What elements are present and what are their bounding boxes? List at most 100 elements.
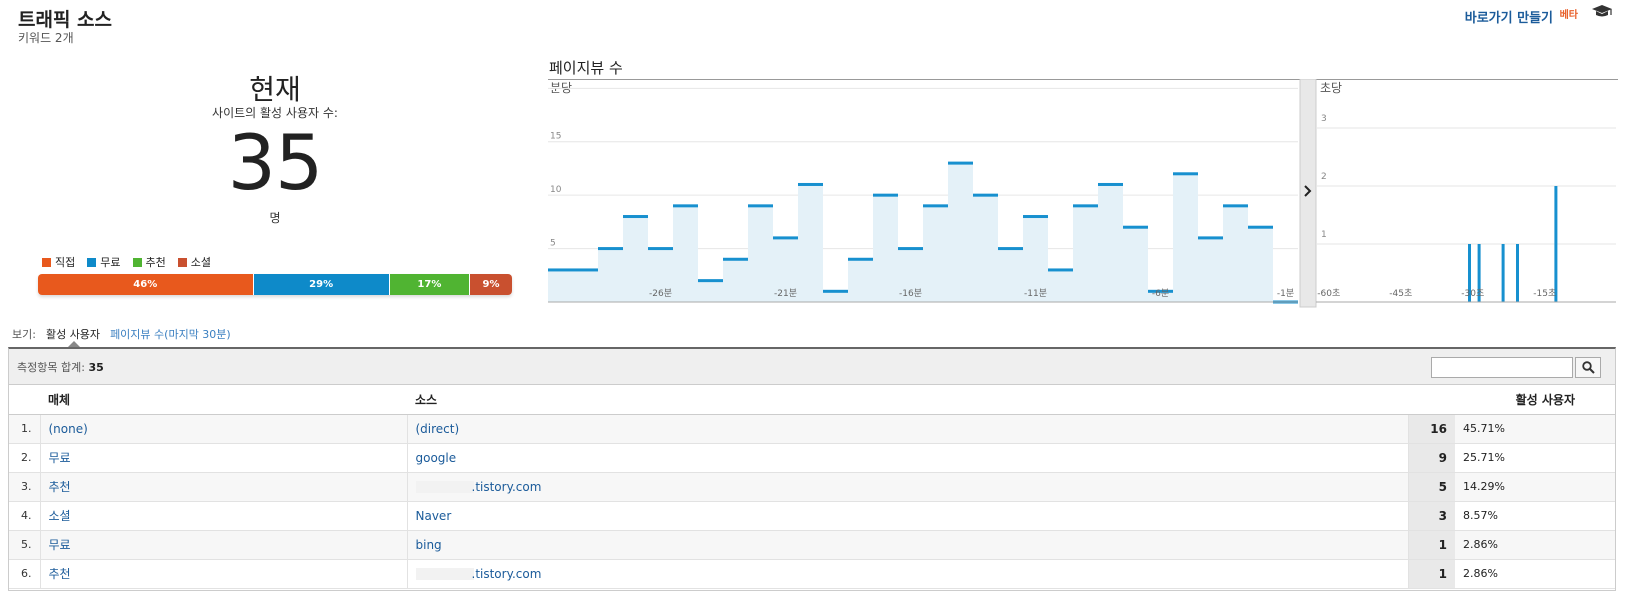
- medium-link[interactable]: 무료: [49, 451, 71, 465]
- minute-bar: [873, 195, 898, 302]
- graduation-cap-icon[interactable]: [1591, 4, 1613, 20]
- active-users-percent: 45.71%: [1455, 414, 1615, 444]
- search-input[interactable]: [1431, 357, 1573, 378]
- source-link[interactable]: .tistory.com: [472, 480, 542, 494]
- second-x-tick: -15초: [1533, 288, 1556, 299]
- second-x-tick: -45초: [1389, 288, 1412, 299]
- minute-bar: [1173, 173, 1198, 302]
- minute-bar-cap: [1098, 182, 1123, 186]
- row-index: 5.: [9, 530, 41, 560]
- active-users-value: 9: [1408, 443, 1455, 473]
- table-row: 5. 무료 bing 1 2.86%: [9, 530, 1615, 560]
- view-pageviews-link[interactable]: 페이지뷰 수(마지막 30분): [110, 326, 231, 342]
- active-users-percent: 8.57%: [1455, 501, 1615, 531]
- search-button[interactable]: [1575, 357, 1601, 378]
- minute-bar-cap: [1048, 268, 1073, 272]
- medium-link[interactable]: 무료: [49, 538, 71, 552]
- minute-bar: [1123, 227, 1148, 302]
- active-users-value: 5: [1408, 472, 1455, 502]
- minute-x-tick: -6분: [1152, 288, 1169, 299]
- minute-bar-cap: [548, 268, 573, 272]
- legend-item-referral: 추천: [132, 254, 166, 270]
- source-link[interactable]: google: [416, 451, 457, 465]
- second-x-tick: -30초: [1461, 288, 1484, 299]
- table-row: 3. 추천 .tistory.com 5 14.29%: [9, 472, 1615, 502]
- medium-header[interactable]: 매체: [40, 386, 407, 415]
- minute-bar-cap: [1198, 236, 1223, 240]
- redacted-block: [415, 568, 474, 580]
- medium-cell: 무료: [40, 530, 408, 560]
- source-header[interactable]: 소스: [407, 386, 1408, 415]
- table-row: 4. 소셜 Naver 3 8.57%: [9, 501, 1615, 531]
- minute-y-tick: 5: [550, 239, 556, 249]
- minute-bar-cap: [773, 236, 798, 240]
- medium-link[interactable]: 추천: [49, 480, 71, 494]
- active-users-percent: 25.71%: [1455, 443, 1615, 473]
- medium-cell: (none): [40, 414, 408, 444]
- source-link[interactable]: bing: [416, 538, 442, 552]
- minute-bar: [973, 195, 998, 302]
- active-users-unit: 명: [269, 211, 281, 225]
- minute-bar-cap: [998, 247, 1023, 251]
- source-link[interactable]: Naver: [416, 509, 452, 523]
- minute-bar: [1048, 269, 1073, 302]
- active-users-header[interactable]: 활성 사용자: [1408, 386, 1615, 415]
- minute-bar: [823, 291, 848, 302]
- table-row: 1. (none) (direct) 16 45.71%: [9, 414, 1615, 444]
- create-shortcut-link[interactable]: 바로가기 만들기: [1465, 7, 1553, 26]
- active-users-value: 16: [1408, 414, 1455, 444]
- minute-bar-cap: [748, 204, 773, 208]
- second-bar: [1554, 186, 1558, 302]
- medium-cell: 소셜: [40, 501, 408, 531]
- table-row: 2. 무료 google 9 25.71%: [9, 443, 1615, 473]
- minute-bar: [1223, 205, 1248, 302]
- minute-x-tick: -11분: [1024, 288, 1047, 299]
- minute-bar-cap: [973, 193, 998, 197]
- legend-label: 무료: [100, 256, 121, 269]
- metric-total: 측정항목 합계: 35: [17, 359, 104, 375]
- minute-bar: [1098, 184, 1123, 302]
- medium-cell: 무료: [40, 443, 408, 473]
- table-toolbar: 측정항목 합계: 35: [9, 349, 1615, 385]
- index-header: [9, 386, 40, 415]
- second-bar: [1501, 244, 1505, 302]
- active-users-value: 1: [1408, 530, 1455, 560]
- redacted-block: [415, 481, 474, 493]
- second-y-tick: 1: [1321, 230, 1327, 240]
- source-link[interactable]: .tistory.com: [472, 567, 542, 581]
- medium-link[interactable]: 추천: [49, 567, 71, 581]
- minute-bar-cap: [673, 204, 698, 208]
- active-users-percent: 2.86%: [1455, 530, 1615, 560]
- segment-referral: 17%: [389, 274, 471, 295]
- legend-item-organic: 무료: [87, 254, 121, 270]
- view-switch: 보기: 활성 사용자 페이지뷰 수(마지막 30분): [12, 326, 231, 342]
- now-label: 현재: [249, 73, 301, 106]
- medium-cell: 추천: [40, 472, 408, 502]
- minute-bar: [798, 184, 823, 302]
- minute-bar-cap: [1173, 172, 1198, 176]
- active-users-percent: 2.86%: [1455, 559, 1615, 589]
- second-panel-label: 초당: [1320, 81, 1342, 95]
- view-active-users[interactable]: 활성 사용자: [46, 326, 100, 342]
- minute-bar: [573, 269, 598, 302]
- minute-bar-cap: [723, 257, 748, 261]
- active-users-percent: 14.29%: [1455, 472, 1615, 502]
- medium-link[interactable]: (none): [49, 422, 88, 436]
- minute-bar-cap: [698, 279, 723, 283]
- second-x-tick: -60초: [1317, 288, 1340, 299]
- medium-link[interactable]: 소셜: [49, 509, 71, 523]
- active-users-value: 3: [1408, 501, 1455, 531]
- row-index: 6.: [9, 559, 41, 589]
- legend-item-social: 소셜: [177, 254, 211, 270]
- minute-bar: [923, 205, 948, 302]
- minute-x-tick: -16분: [899, 288, 922, 299]
- minute-bar-cap: [923, 204, 948, 208]
- minute-bar-cap: [623, 215, 648, 219]
- minute-bar-cap: [873, 193, 898, 197]
- source-link[interactable]: (direct): [416, 422, 460, 436]
- minute-x-tick: -1분: [1277, 288, 1294, 299]
- minute-bar-cap: [573, 268, 598, 272]
- legend-label: 소셜: [190, 256, 211, 269]
- chart-title: 페이지뷰 수: [549, 59, 623, 77]
- minute-bar-cap: [948, 161, 973, 165]
